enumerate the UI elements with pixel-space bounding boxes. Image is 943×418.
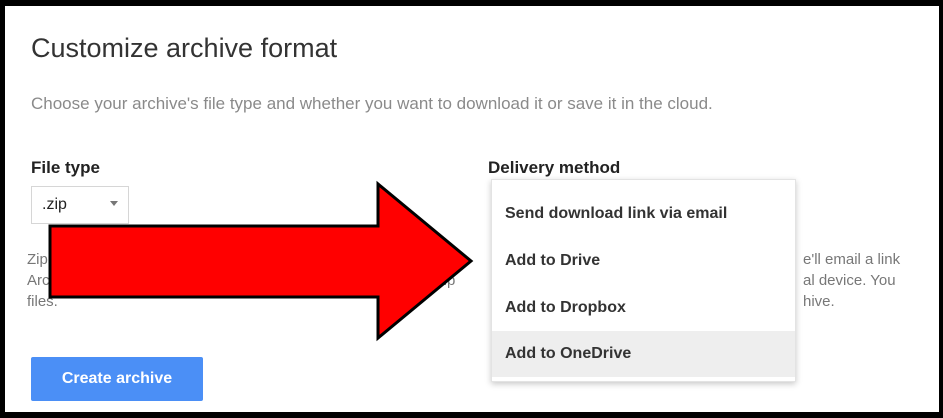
- customize-archive-dialog: Customize archive format Choose your arc…: [5, 6, 939, 412]
- red-arrow-annotation: [48, 180, 474, 342]
- arrow-right-icon: [48, 180, 474, 342]
